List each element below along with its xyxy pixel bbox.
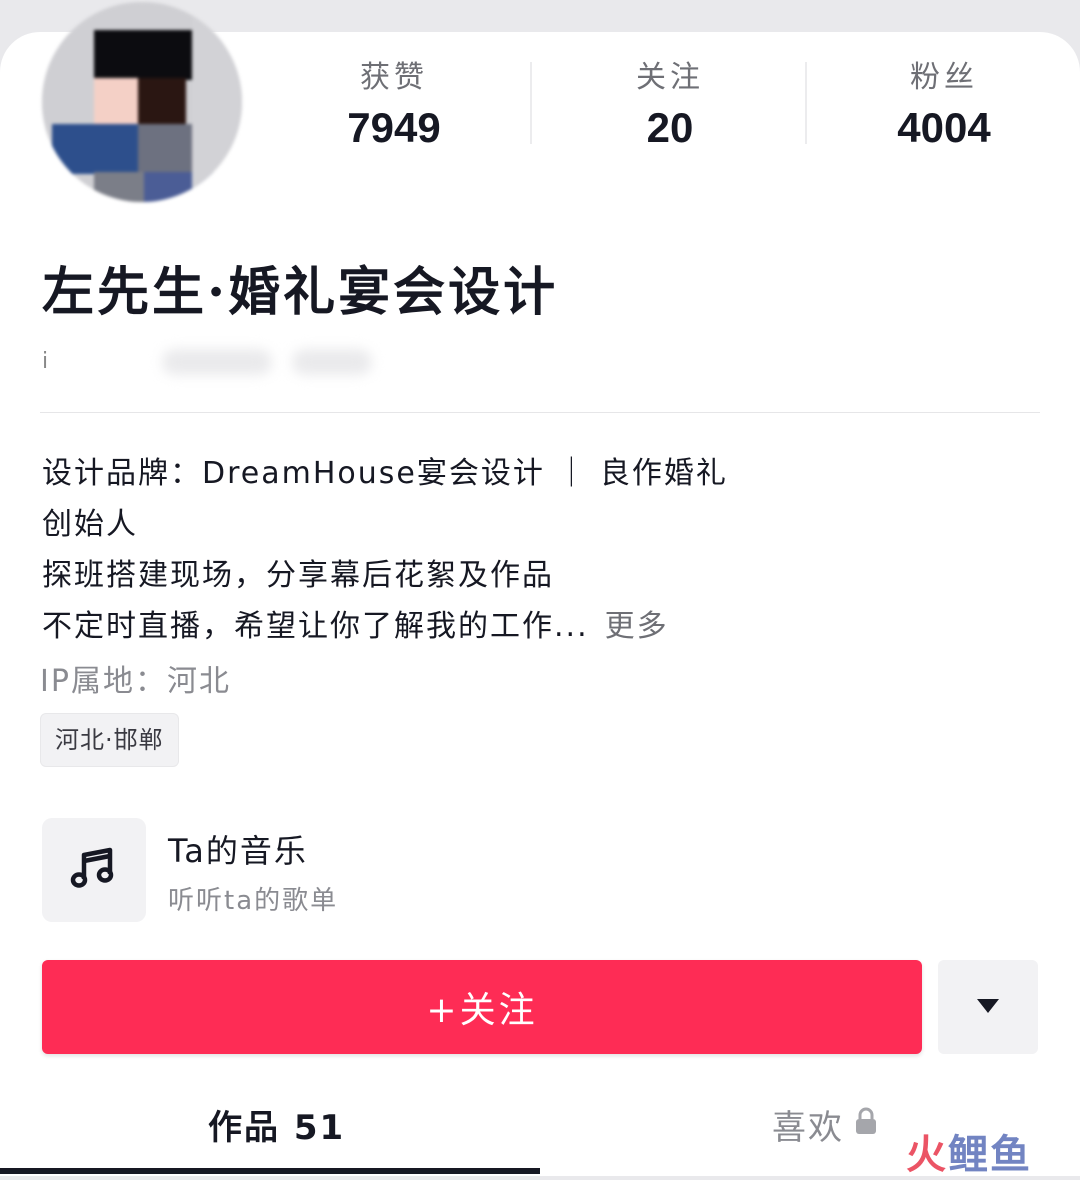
bio-line: 探班搭建现场，分享幕后花絮及作品 (42, 558, 554, 593)
profile-name: 左先生·婚礼宴会设计 (42, 262, 559, 323)
bio-line: 设计品牌：DreamHouse宴会设计 ｜ 良作婚礼 (42, 456, 728, 491)
bio-line: 不定时直播，希望让你了解我的工作... (42, 609, 589, 644)
bio-line-last: 不定时直播，希望让你了解我的工作... 更多 (42, 601, 802, 652)
bio: 设计品牌：DreamHouse宴会设计 ｜ 良作婚礼 创始人 探班搭建现场，分享… (42, 448, 802, 652)
tab-indicator (0, 1168, 540, 1174)
stat-divider (805, 62, 807, 144)
more-link[interactable]: 更多 (605, 609, 669, 644)
location-tag[interactable]: 河北·邯郸 (40, 713, 179, 767)
bio-line: 创始人 (42, 507, 138, 542)
stat-following[interactable]: 关注 20 (570, 52, 770, 152)
music-title[interactable]: Ta的音乐 (168, 826, 308, 872)
lock-icon (854, 1105, 878, 1145)
stat-value: 7949 (347, 104, 441, 151)
triangle-down-icon (975, 997, 1001, 1018)
stat-followers[interactable]: 粉丝 4004 (844, 52, 1044, 152)
blurred-subtitle-glyph: i (42, 349, 49, 374)
blurred-subtitle: i (42, 345, 372, 379)
stat-value: 20 (646, 104, 694, 151)
avatar[interactable] (42, 2, 242, 202)
watermark-rest: 鲤鱼 (948, 1132, 1032, 1178)
stats-bar: 获赞 7949 关注 20 粉丝 4004 (260, 52, 1080, 162)
music-note-icon (69, 843, 119, 897)
ip-location: IP属地：河北 (40, 664, 231, 699)
more-options-button[interactable] (938, 960, 1038, 1054)
watermark: 火鲤鱼 (906, 1122, 1032, 1180)
tab-likes-label: 喜欢 (772, 1108, 844, 1148)
follow-button[interactable]: +关注 (42, 960, 922, 1054)
stat-value: 4004 (897, 104, 991, 151)
tab-likes[interactable]: 喜欢 (772, 1100, 878, 1149)
watermark-first: 火 (906, 1132, 948, 1178)
section-divider (40, 412, 1040, 413)
stat-label: 获赞 (360, 60, 428, 95)
music-subtitle: 听听ta的歌单 (168, 886, 339, 916)
stat-likes[interactable]: 获赞 7949 (294, 52, 494, 152)
stat-divider (530, 62, 532, 144)
stat-label: 关注 (636, 60, 704, 95)
stat-label: 粉丝 (910, 60, 978, 95)
tab-works[interactable]: 作品 51 (208, 1100, 345, 1149)
music-button[interactable] (42, 818, 146, 922)
